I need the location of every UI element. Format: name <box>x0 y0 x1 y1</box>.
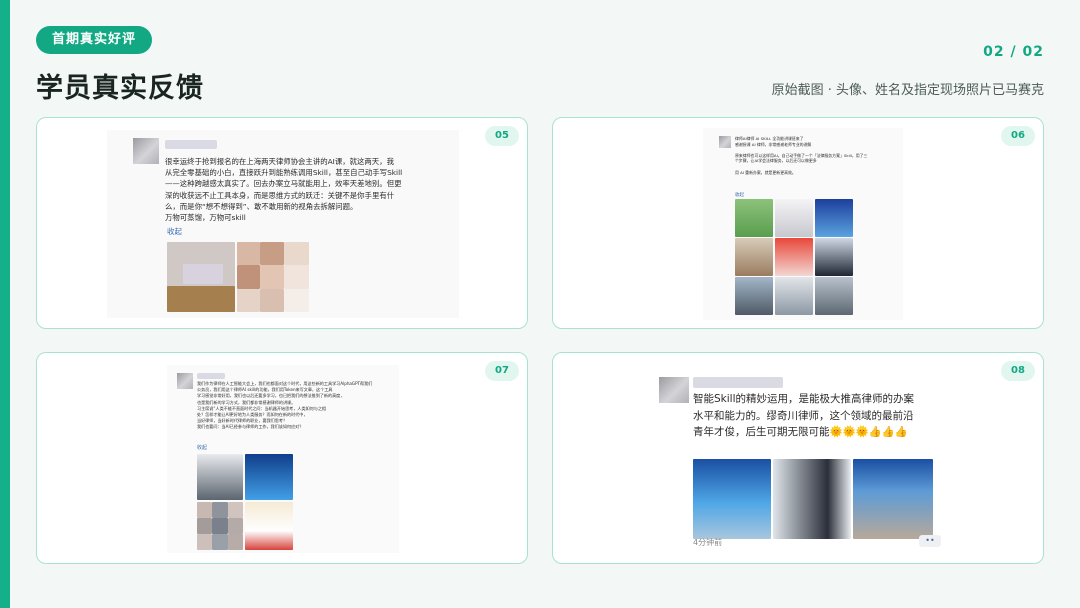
photo-mosaic <box>167 242 309 312</box>
feedback-card-06: 06 律师AI律师 AI SKILL 全功能讲课班来了 感谢授课 AI 律师，非… <box>552 117 1044 329</box>
avatar <box>659 377 689 403</box>
feedback-card-08: 08 智能Skill的精妙运用，是能极大推高律师的办案 水平和能力的。缪奇川律师… <box>552 352 1044 564</box>
blurred-name <box>693 377 783 388</box>
card-number-badge: 05 <box>485 126 519 146</box>
timestamp: 4分钟前 <box>693 538 723 547</box>
post-text: 智能Skill的精妙运用，是能极大推高律师的办案 水平和能力的。缪奇川律师，这个… <box>693 393 914 438</box>
page-number: 02 / 02 <box>983 44 1044 60</box>
screenshot-08: 智能Skill的精妙运用，是能极大推高律师的办案 水平和能力的。缪奇川律师，这个… <box>653 365 945 553</box>
accent-side-bar <box>0 0 10 608</box>
photo-grid <box>197 454 293 550</box>
collapse-link[interactable]: 收起 <box>197 444 207 451</box>
screenshot-05: 很幸运终于抢到报名的在上海两天律师协会主讲的AI课，就这两天，我 从完全零基础的… <box>107 130 459 318</box>
feedback-card-07: 07 我们作为律师在人工智能大会上，我们也都面对这个时代，用这些新的工具学习Al… <box>36 352 528 564</box>
blurred-name <box>165 140 217 149</box>
card-number-badge: 06 <box>1001 126 1035 146</box>
screenshot-07: 我们作为律师在人工智能大会上，我们也都面对这个时代，用这些新的工具学习Alpha… <box>167 365 399 553</box>
post-text: 我们作为律师在人工智能大会上，我们也都面对这个时代，用这些新的工具学习Alpha… <box>197 381 373 430</box>
card-number-badge: 07 <box>485 361 519 381</box>
screenshot-06: 律师AI律师 AI SKILL 全功能讲课班来了 感谢授课 AI 律师，非常感谢… <box>703 128 903 320</box>
page-title: 学员真实反馈 <box>36 73 204 104</box>
section-tag: 首期真实好评 <box>36 26 153 54</box>
page-subtitle: 原始截图 · 头像、姓名及指定现场照片已马赛克 <box>771 83 1044 98</box>
photo-grid <box>735 199 853 315</box>
collapse-link[interactable]: 收起 <box>735 192 744 198</box>
avatar <box>177 373 193 389</box>
avatar <box>133 138 159 164</box>
more-button[interactable]: •• <box>919 535 941 547</box>
avatar <box>719 136 731 148</box>
collapse-link[interactable]: 收起 <box>167 226 182 237</box>
photo-row <box>693 459 933 539</box>
feedback-card-05: 05 很幸运终于抢到报名的在上海两天律师协会主讲的AI课，就这两天，我 从完全零… <box>36 117 528 329</box>
post-text: 很幸运终于抢到报名的在上海两天律师协会主讲的AI课，就这两天，我 从完全零基础的… <box>165 157 403 223</box>
blurred-name <box>197 373 225 379</box>
card-number-badge: 08 <box>1001 361 1035 381</box>
post-text: 律师AI律师 AI SKILL 全功能讲课班来了 感谢授课 AI 律师，非常感谢… <box>735 136 868 175</box>
